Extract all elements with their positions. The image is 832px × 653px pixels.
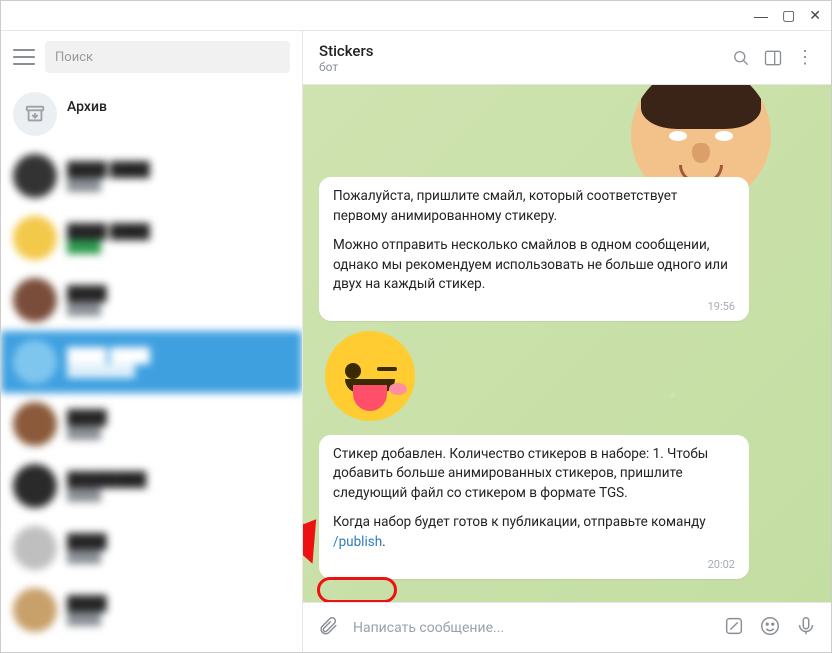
minimize-button[interactable]: —: [754, 8, 768, 24]
chat-body[interactable]: Пожалуйста, пришлите смайл, который соот…: [303, 85, 831, 602]
list-item[interactable]: ████ ████████: [1, 207, 302, 269]
sidebar: Поиск Архив ████ ████████ ████ ███████: [1, 31, 303, 652]
menu-icon[interactable]: [13, 49, 35, 65]
message-time: 20:02: [333, 557, 735, 573]
chat-list[interactable]: Архив ████ ████████ ████ ████████ ██████…: [1, 83, 302, 652]
list-item[interactable]: ████████████: [1, 455, 302, 517]
list-item[interactable]: ████████: [1, 269, 302, 331]
search-input[interactable]: Поиск: [45, 41, 290, 73]
message-bubble[interactable]: Пожалуйста, пришлите смайл, который соот…: [319, 177, 749, 321]
list-item[interactable]: ████████: [1, 393, 302, 455]
more-icon[interactable]: ⋮: [795, 48, 815, 68]
chat-title: Stickers: [319, 42, 719, 60]
message-time: 19:56: [333, 299, 735, 315]
search-icon[interactable]: [731, 48, 751, 68]
chat-header: Stickers бот ⋮: [303, 31, 831, 85]
window-titlebar: — ▢ ✕: [1, 1, 831, 31]
maximize-button[interactable]: ▢: [782, 7, 795, 24]
message-text: Пожалуйста, пришлите смайл, который соот…: [333, 187, 735, 226]
message-text: Стикер добавлен. Количество стикеров в н…: [333, 445, 735, 504]
message-text: Когда набор будет готов к публикации, от…: [333, 513, 735, 552]
compose-input[interactable]: Написать сообщение...: [353, 620, 709, 636]
command-link-publish[interactable]: /publish: [333, 534, 382, 550]
list-item[interactable]: ████████: [1, 579, 302, 641]
chat-status: бот: [319, 60, 719, 74]
mic-icon[interactable]: [795, 615, 817, 641]
sidebar-item-archive[interactable]: Архив: [1, 83, 302, 145]
emoji-icon[interactable]: [759, 615, 781, 641]
command-icon[interactable]: [723, 615, 745, 641]
sidepanel-icon[interactable]: [763, 48, 783, 68]
sticker-wink-emoji: [325, 331, 415, 421]
list-item[interactable]: ████ ████████: [1, 145, 302, 207]
archive-label: Архив: [67, 99, 290, 115]
list-item[interactable]: ████ ████████████: [1, 331, 302, 393]
annotation-highlight: [317, 577, 397, 602]
chat-panel: Stickers бот ⋮ Пожа: [303, 31, 831, 652]
list-item[interactable]: ████████: [1, 517, 302, 579]
message-text: Можно отправить несколько смайлов в одно…: [333, 236, 735, 295]
attach-icon[interactable]: [317, 615, 339, 641]
archive-icon: [13, 92, 57, 136]
message-bubble[interactable]: Стикер добавлен. Количество стикеров в н…: [319, 435, 749, 579]
close-button[interactable]: ✕: [809, 7, 821, 24]
compose-bar: Написать сообщение...: [303, 602, 831, 652]
